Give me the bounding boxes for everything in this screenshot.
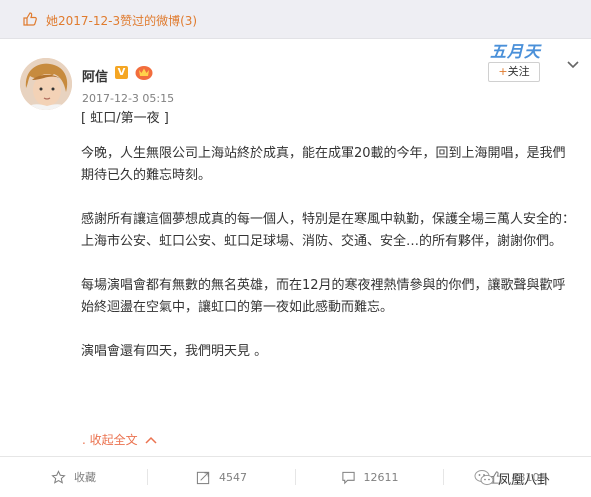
post-content: [ 虹口/第一夜 ] 今晚，人生無限公司上海站終於成真，能在成軍20載的今年，回… (81, 108, 577, 385)
repost-icon (196, 471, 210, 484)
wechat-icon (474, 470, 494, 486)
favorite-button[interactable]: 收藏 (0, 457, 147, 497)
author-name[interactable]: 阿信 (82, 66, 108, 85)
chevron-down-icon[interactable] (566, 60, 580, 70)
liked-posts-header: 她2017-12-3赞过的微博(3) (0, 0, 591, 39)
watermark-bottom: 凤凰八卦 (474, 460, 591, 496)
thumbs-up-icon (23, 12, 37, 26)
collapse-label: . 收起全文 (82, 433, 138, 447)
comment-button[interactable]: 12611 (296, 457, 443, 497)
verified-badge: V (115, 66, 128, 79)
star-icon (51, 469, 66, 484)
comment-icon (341, 471, 355, 484)
plus-icon: + (498, 65, 508, 78)
favorite-label: 收藏 (74, 471, 96, 484)
post-paragraph: 每場演唱會都有無數的無名英雄，而在12月的寒夜裡熱情參與的你們，讓歌聲與歡呼始終… (81, 278, 566, 315)
post-timestamp[interactable]: 2017-12-3 05:15 (82, 92, 174, 105)
collapse-full-text-link[interactable]: . 收起全文 (82, 431, 157, 448)
header-title[interactable]: 她2017-12-3赞过的微博(3) (46, 12, 197, 29)
post-paragraph: 演唱會還有四天，我們明天見 。 (81, 344, 268, 359)
post-paragraph: 今晚，人生無限公司上海站終於成真，能在成軍20載的今年，回到上海開唱，是我們期待… (81, 146, 566, 183)
chevron-up-icon (145, 436, 157, 444)
avatar-image (20, 58, 72, 110)
watermark-logo-top: 五月天 (490, 42, 542, 61)
follow-label: 关注 (507, 65, 530, 78)
repost-button[interactable]: 4547 (148, 457, 295, 497)
repost-count: 4547 (219, 470, 247, 484)
comment-count: 12611 (363, 470, 399, 484)
post-title: [ 虹口/第一夜 ] (81, 111, 169, 126)
follow-button[interactable]: +关注 (488, 62, 540, 82)
avatar[interactable] (20, 58, 72, 110)
watermark-text: 凤凰八卦 (498, 472, 551, 488)
vip-crown-icon (135, 66, 153, 80)
post-paragraph: 感謝所有讓這個夢想成真的每一個人，特別是在寒風中執勤，保護全場三萬人安全的：上海… (81, 212, 576, 249)
